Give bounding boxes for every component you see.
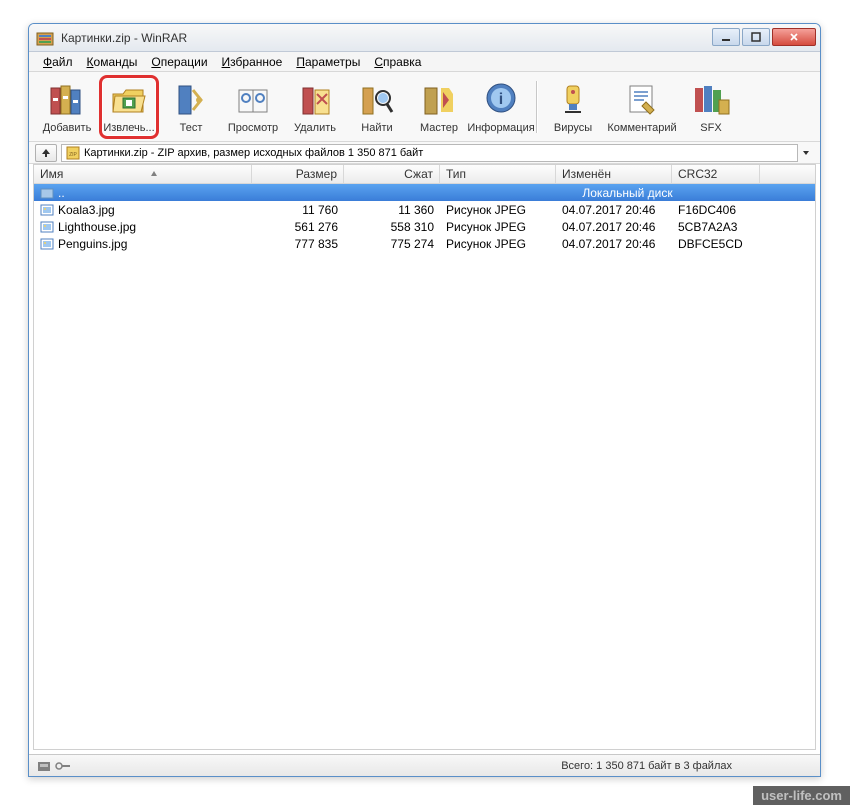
address-text: Картинки.zip - ZIP архив, размер исходны… bbox=[84, 147, 423, 159]
column-name[interactable]: Имя bbox=[34, 165, 252, 183]
address-dropdown[interactable] bbox=[798, 149, 814, 157]
extract-label: Извлечь... bbox=[103, 122, 154, 134]
toolbar: Добавить Извлечь... Тест bbox=[29, 72, 820, 142]
sfx-button[interactable]: SFX bbox=[681, 75, 741, 139]
titlebar[interactable]: Картинки.zip - WinRAR bbox=[29, 24, 820, 52]
info-icon: i bbox=[481, 80, 521, 120]
info-button[interactable]: i Информация bbox=[471, 75, 531, 139]
window-title: Картинки.zip - WinRAR bbox=[61, 31, 710, 45]
statusbar: Всего: 1 350 871 байт в 3 файлах bbox=[29, 754, 820, 776]
delete-label: Удалить bbox=[294, 122, 336, 134]
image-file-icon bbox=[40, 237, 54, 251]
menu-options[interactable]: Параметры bbox=[290, 53, 366, 71]
wizard-button[interactable]: Мастер bbox=[409, 75, 469, 139]
folder-up-icon bbox=[40, 186, 54, 200]
column-packed[interactable]: Сжат bbox=[344, 165, 440, 183]
column-size[interactable]: Размер bbox=[252, 165, 344, 183]
maximize-button[interactable] bbox=[742, 28, 770, 46]
add-label: Добавить bbox=[43, 122, 92, 134]
up-button[interactable] bbox=[35, 144, 57, 162]
menu-favorites[interactable]: Избранное bbox=[216, 53, 289, 71]
winrar-window: Картинки.zip - WinRAR Файл Команды Опера… bbox=[28, 23, 821, 777]
parent-row[interactable]: .. Локальный диск bbox=[34, 184, 815, 201]
address-field[interactable]: ZIP Картинки.zip - ZIP архив, размер исх… bbox=[61, 144, 798, 162]
find-icon bbox=[357, 80, 397, 120]
view-book-icon bbox=[233, 80, 273, 120]
virus-button[interactable]: Вирусы bbox=[543, 75, 603, 139]
image-file-icon bbox=[40, 220, 54, 234]
test-label: Тест bbox=[180, 122, 203, 134]
extract-button[interactable]: Извлечь... bbox=[99, 75, 159, 139]
menu-help[interactable]: Справка bbox=[368, 53, 427, 71]
virus-icon bbox=[553, 80, 593, 120]
find-button[interactable]: Найти bbox=[347, 75, 407, 139]
watermark: user-life.com bbox=[753, 786, 850, 805]
extract-folder-icon bbox=[109, 80, 149, 120]
delete-button[interactable]: Удалить bbox=[285, 75, 345, 139]
column-crc[interactable]: CRC32 bbox=[672, 165, 760, 183]
wizard-icon bbox=[419, 80, 459, 120]
svg-text:ZIP: ZIP bbox=[69, 152, 77, 158]
close-button[interactable] bbox=[772, 28, 816, 46]
view-label: Просмотр bbox=[228, 122, 278, 134]
menubar: Файл Команды Операции Избранное Параметр… bbox=[29, 52, 820, 72]
file-row[interactable]: Koala3.jpg11 76011 360Рисунок JPEG04.07.… bbox=[34, 201, 815, 218]
column-headers: Имя Размер Сжат Тип Изменён CRC32 bbox=[34, 165, 815, 184]
parent-dots: .. bbox=[58, 186, 65, 200]
virus-label: Вирусы bbox=[554, 122, 592, 134]
addressbar: ZIP Картинки.zip - ZIP архив, размер исх… bbox=[29, 142, 820, 164]
sfx-label: SFX bbox=[700, 122, 721, 134]
image-file-icon bbox=[40, 203, 54, 217]
test-button[interactable]: Тест bbox=[161, 75, 221, 139]
file-row[interactable]: Penguins.jpg777 835775 274Рисунок JPEG04… bbox=[34, 235, 815, 252]
key-icon bbox=[55, 761, 71, 771]
file-row[interactable]: Lighthouse.jpg561 276558 310Рисунок JPEG… bbox=[34, 218, 815, 235]
sfx-icon bbox=[691, 80, 731, 120]
winrar-icon bbox=[35, 28, 55, 48]
disk-icon bbox=[37, 759, 51, 773]
find-label: Найти bbox=[361, 122, 392, 134]
info-label: Информация bbox=[467, 122, 534, 134]
comment-label: Комментарий bbox=[607, 122, 676, 134]
file-rows[interactable]: .. Локальный диск Koala3.jpg11 76011 360… bbox=[34, 184, 815, 749]
column-type[interactable]: Тип bbox=[440, 165, 556, 183]
test-icon bbox=[171, 80, 211, 120]
up-arrow-icon bbox=[40, 147, 52, 159]
comment-button[interactable]: Комментарий bbox=[605, 75, 679, 139]
comment-icon bbox=[622, 80, 662, 120]
toolbar-separator bbox=[536, 81, 538, 133]
minimize-button[interactable] bbox=[712, 28, 740, 46]
svg-text:i: i bbox=[499, 91, 503, 108]
menu-commands[interactable]: Команды bbox=[81, 53, 144, 71]
view-button[interactable]: Просмотр bbox=[223, 75, 283, 139]
archive-books-icon bbox=[47, 80, 87, 120]
zip-file-icon: ZIP bbox=[66, 146, 80, 160]
menu-operations[interactable]: Операции bbox=[145, 53, 213, 71]
status-text: Всего: 1 350 871 байт в 3 файлах bbox=[561, 760, 732, 772]
chevron-down-icon bbox=[802, 149, 810, 157]
column-modified[interactable]: Изменён bbox=[556, 165, 672, 183]
menu-file[interactable]: Файл bbox=[37, 53, 79, 71]
delete-icon bbox=[295, 80, 335, 120]
file-list: Имя Размер Сжат Тип Изменён CRC32 .. Лок… bbox=[33, 164, 816, 750]
add-button[interactable]: Добавить bbox=[37, 75, 97, 139]
sort-indicator-icon bbox=[150, 167, 158, 181]
wizard-label: Мастер bbox=[420, 122, 458, 134]
parent-type: Локальный диск bbox=[440, 186, 815, 200]
